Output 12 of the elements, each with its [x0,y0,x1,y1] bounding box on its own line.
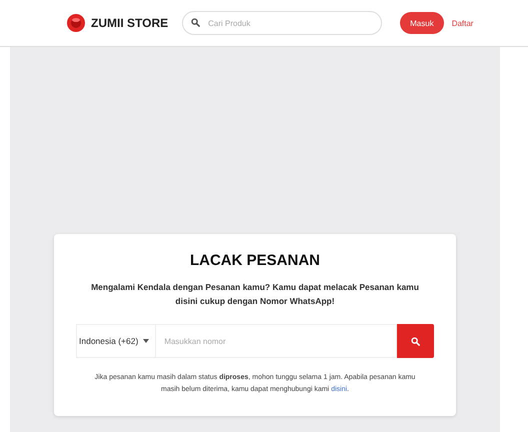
register-link[interactable]: Daftar [452,18,474,28]
phone-field[interactable]: Masukkan nomor [155,324,397,358]
search-icon [411,336,420,346]
card-title: LACAK PESANAN [190,252,320,270]
intro-text: Mengalami Kendala dengan Pesanan kamu? Kamu dapat melacak Pesanan kamu disini cukup dengan Nomor WhatsApp! [90,281,420,308]
store-name: ZUMII STORE [91,16,168,30]
login-button[interactable]: Masuk [400,12,444,34]
search-icon [191,18,200,27]
logo-icon [66,13,86,33]
search-field[interactable]: Cari Produk [182,11,382,35]
search-button[interactable] [397,324,434,358]
caret-icon [143,339,150,344]
